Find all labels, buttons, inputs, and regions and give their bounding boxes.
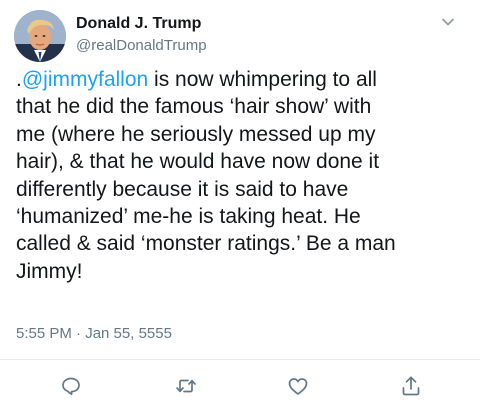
author-block: Donald J. Trump @realDonaldTrump [76, 14, 207, 56]
tweet-timestamp[interactable]: 5:55 PM · Jan 55, 5555 [16, 324, 172, 344]
retweet-button[interactable] [174, 374, 198, 398]
tweet-text: .@jimmyfallon is now whimpering to all t… [16, 66, 472, 285]
share-button[interactable] [399, 374, 423, 398]
tweet-card: Donald J. Trump @realDonaldTrump .@jimmy… [0, 0, 480, 410]
tweet-line-text: is now whimpering to all [148, 68, 377, 91]
mention-link[interactable]: @jimmyfallon [22, 68, 148, 91]
reply-button[interactable] [59, 374, 83, 398]
chevron-down-icon[interactable] [440, 14, 456, 30]
tweet-line: called & said ‘monster ratings.’ Be a ma… [16, 232, 396, 256]
tweet-line: ‘humanized’ me-he is taking heat. He [16, 205, 361, 229]
tweet-line: .@jimmyfallon is now whimpering to all [16, 66, 472, 93]
tweet-line: me (where he seriously messed up my [16, 122, 376, 146]
action-bar [0, 360, 480, 410]
display-name[interactable]: Donald J. Trump [76, 14, 207, 34]
tweet-line: hair), & that he would have now done it [16, 150, 380, 174]
user-handle[interactable]: @realDonaldTrump [76, 36, 207, 56]
avatar[interactable] [14, 10, 66, 62]
like-button[interactable] [286, 374, 310, 398]
tweet-line: Jimmy! [16, 259, 83, 283]
share-icon [402, 376, 420, 396]
tweet-line: that he did the famous ‘hair show’ with [16, 95, 372, 119]
profile-photo [14, 10, 66, 62]
reply-icon [62, 377, 80, 396]
retweet-icon [176, 379, 196, 393]
heart-icon [288, 378, 308, 395]
tweet-line: differently because it is said to have [16, 177, 349, 201]
